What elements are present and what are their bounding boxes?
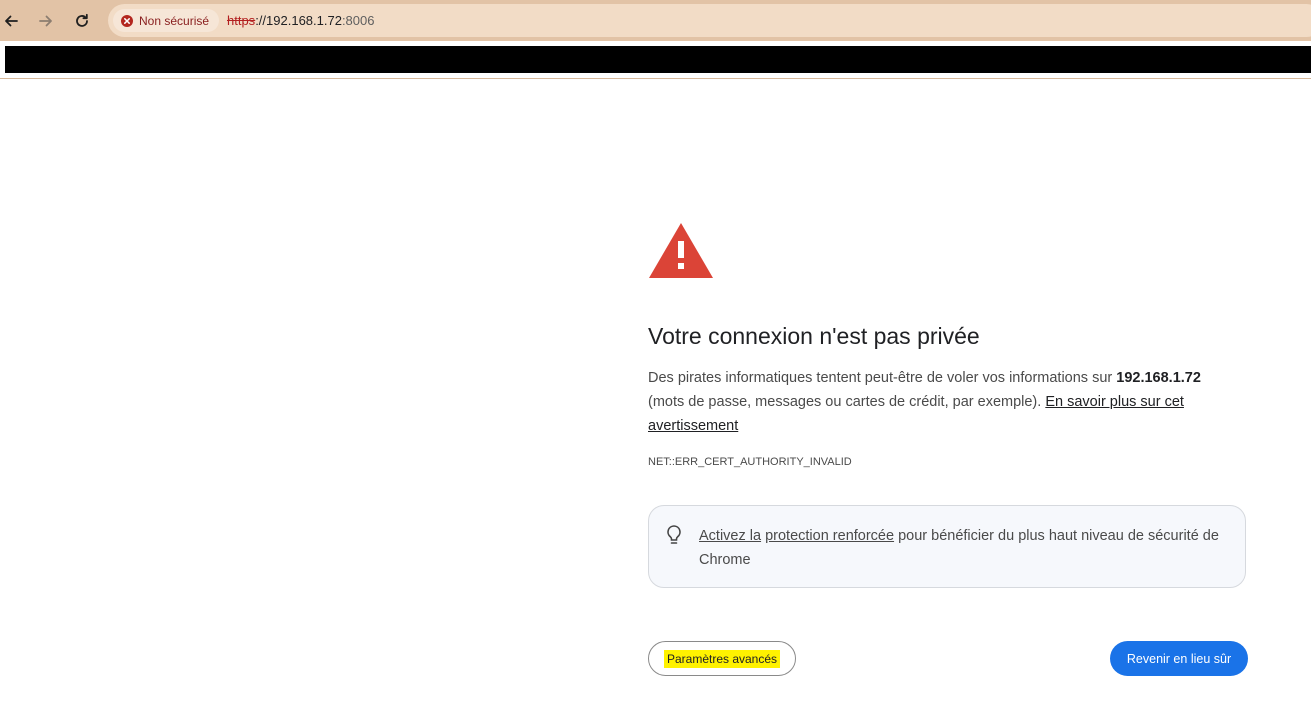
browser-toolbar: Non sécurisé https://192.168.1.72:8006: [0, 0, 1311, 41]
error-code: NET::ERR_CERT_AUTHORITY_INVALID: [648, 456, 852, 468]
page-headline: Votre connexion n'est pas privée: [648, 323, 980, 349]
url-scheme: https: [227, 13, 256, 28]
back-to-safety-button[interactable]: Revenir en lieu sûr: [1110, 641, 1248, 676]
advanced-settings-label: Paramètres avancés: [663, 649, 781, 668]
address-bar[interactable]: Non sécurisé https://192.168.1.72:8006: [108, 4, 1311, 37]
url-port: :8006: [341, 13, 375, 28]
lightbulb-icon: [667, 525, 681, 544]
security-chip-label: Non sécurisé: [139, 13, 210, 28]
arrow-right-icon: [39, 15, 52, 27]
forward-button[interactable]: [33, 8, 59, 34]
explanation-text-start: Des pirates informatiques tentent peut-ê…: [648, 370, 1117, 386]
warning-triangle-icon: [647, 221, 715, 280]
not-secure-icon: [121, 14, 133, 27]
url-text[interactable]: https://192.168.1.72:8006: [227, 12, 374, 29]
enhanced-protection-text: Activez la protection renforcée pour bén…: [699, 524, 1229, 572]
security-indicator-chip[interactable]: Non sécurisé: [113, 9, 220, 32]
explanation-text-end: (mots de passe, messages ou cartes de cr…: [648, 394, 1046, 410]
enhanced-protection-link[interactable]: protection renforcée: [765, 528, 894, 544]
host-name: 192.168.1.72: [1116, 370, 1201, 386]
reload-icon: [76, 13, 88, 27]
explanation-paragraph: Des pirates informatiques tentent peut-ê…: [648, 366, 1238, 438]
url-separator: ://: [255, 13, 267, 28]
enhanced-protection-link-activate[interactable]: Activez la: [699, 528, 761, 544]
url-host: 192.168.1.72: [266, 13, 342, 28]
toolbar-divider: [0, 78, 1311, 79]
advanced-settings-button[interactable]: Paramètres avancés: [648, 641, 796, 676]
redacted-bar: [5, 46, 1311, 73]
back-button[interactable]: [0, 8, 24, 34]
arrow-left-icon: [5, 15, 18, 27]
enhanced-protection-card: Activez la protection renforcée pour bén…: [648, 505, 1246, 588]
reload-button[interactable]: [69, 8, 95, 34]
